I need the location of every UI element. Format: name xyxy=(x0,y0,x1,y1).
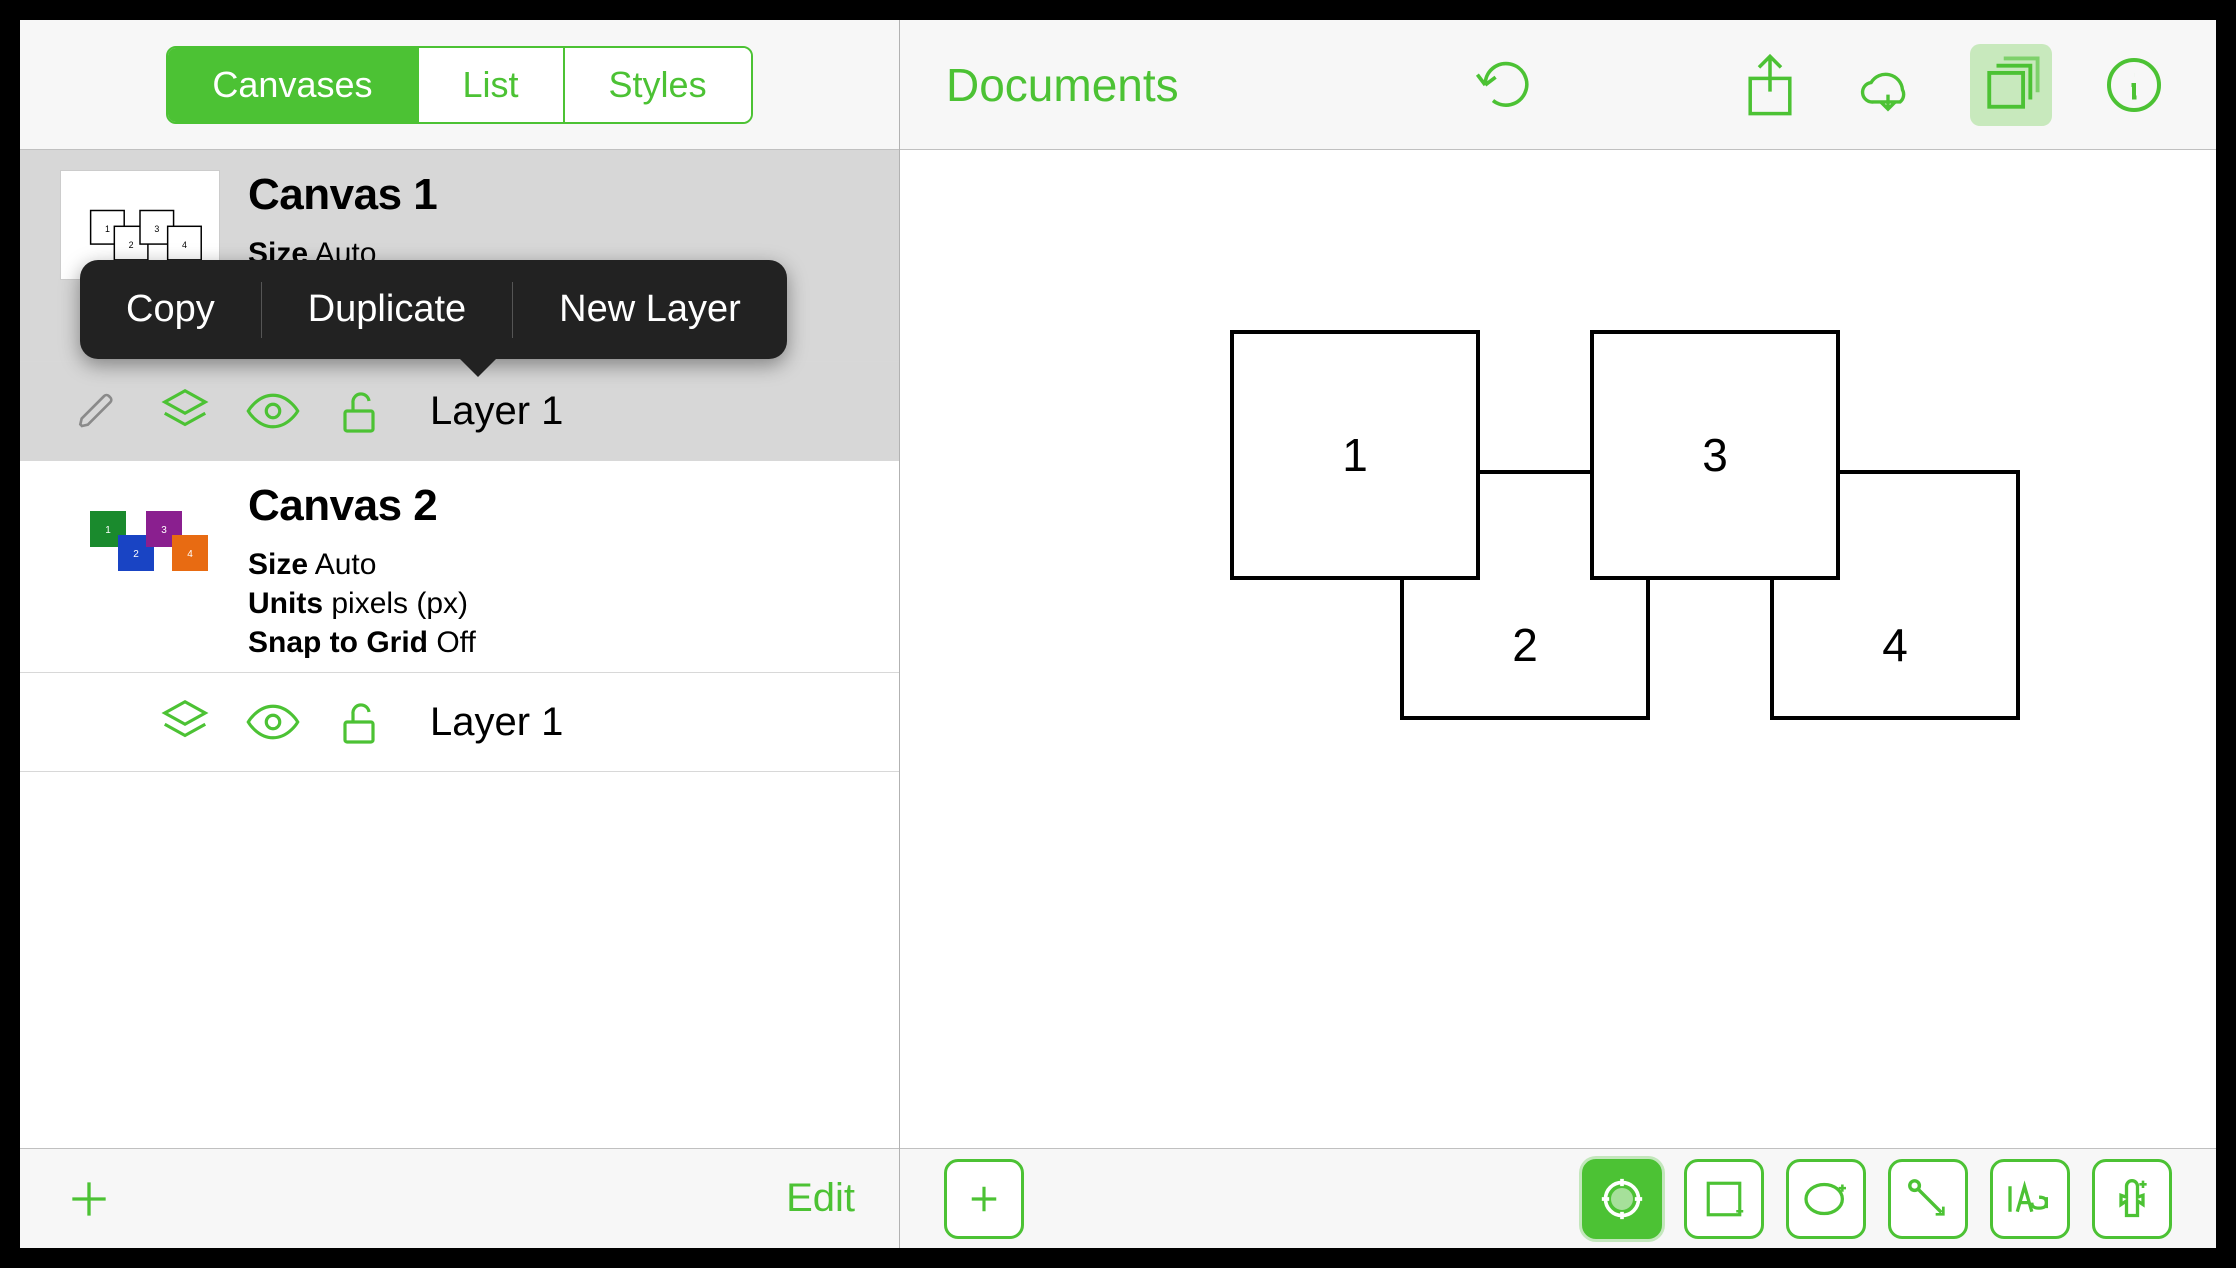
segmented-control: Canvases List Styles xyxy=(166,46,752,124)
svg-text:1: 1 xyxy=(105,525,111,536)
add-shape-button[interactable] xyxy=(944,1159,1024,1239)
tab-canvases[interactable]: Canvases xyxy=(168,48,416,122)
shape-label: 4 xyxy=(1882,618,1908,672)
sync-icon[interactable] xyxy=(1852,49,1924,121)
svg-text:2: 2 xyxy=(133,549,139,560)
text-tool[interactable] xyxy=(1990,1159,2070,1239)
shape-label: 1 xyxy=(1342,428,1368,482)
undo-icon[interactable] xyxy=(1470,49,1542,121)
layer-row[interactable]: Layer 1 xyxy=(20,672,899,772)
freehand-tool[interactable] xyxy=(2092,1159,2172,1239)
svg-text:3: 3 xyxy=(154,224,159,234)
shape-rect[interactable]: 3 xyxy=(1590,330,1840,580)
canvas-title: Canvas 1 xyxy=(248,170,873,220)
info-icon[interactable] xyxy=(2098,49,2170,121)
tab-styles[interactable]: Styles xyxy=(563,48,751,122)
context-new-layer[interactable]: New Layer xyxy=(513,260,787,359)
edit-button[interactable]: Edit xyxy=(786,1176,855,1221)
unlock-icon[interactable] xyxy=(334,695,388,749)
unlock-icon[interactable] xyxy=(334,384,388,438)
context-menu: Copy Duplicate New Layer xyxy=(80,260,787,359)
layer-name: Layer 1 xyxy=(430,700,563,745)
rectangle-tool[interactable] xyxy=(1684,1159,1764,1239)
canvas-meta: Canvas 2 Size Auto Units pixels (px) Sna… xyxy=(248,481,873,662)
bottom-toolbar xyxy=(900,1148,2216,1248)
canvas-title: Canvas 2 xyxy=(248,481,873,531)
svg-text:4: 4 xyxy=(187,549,193,560)
tab-list[interactable]: List xyxy=(417,48,563,122)
sidebar-tabs-bar: Canvases List Styles xyxy=(20,20,899,150)
canvas-area[interactable]: 1 2 3 4 xyxy=(900,150,2216,1148)
canvas-thumbnail: 1 2 3 4 xyxy=(60,481,220,591)
line-tool[interactable] xyxy=(1888,1159,1968,1239)
svg-text:4: 4 xyxy=(182,240,187,250)
layers-icon[interactable] xyxy=(158,384,212,438)
sidebar-bottom-bar: Edit xyxy=(20,1148,899,1248)
layer-name: Layer 1 xyxy=(430,389,563,434)
layers-icon[interactable] xyxy=(158,695,212,749)
stack-icon[interactable] xyxy=(1970,44,2052,126)
svg-text:1: 1 xyxy=(105,224,110,234)
top-toolbar: Documents xyxy=(900,20,2216,150)
share-icon[interactable] xyxy=(1734,49,1806,121)
context-copy[interactable]: Copy xyxy=(80,260,261,359)
svg-text:2: 2 xyxy=(129,240,134,250)
documents-button[interactable]: Documents xyxy=(946,58,1179,112)
selection-tool[interactable] xyxy=(1582,1159,1662,1239)
svg-text:3: 3 xyxy=(161,525,167,536)
ellipse-tool[interactable] xyxy=(1786,1159,1866,1239)
canvas-item[interactable]: 1 2 3 4 Canvas 2 Size Auto Units pixels … xyxy=(20,461,899,772)
shape-rect[interactable]: 1 xyxy=(1230,330,1480,580)
add-button[interactable] xyxy=(64,1174,114,1224)
context-duplicate[interactable]: Duplicate xyxy=(262,260,512,359)
main-panel: Documents 1 2 3 4 xyxy=(900,20,2216,1248)
sidebar: Canvases List Styles 1 2 xyxy=(20,20,900,1248)
shape-label: 2 xyxy=(1512,618,1538,672)
shape-label: 3 xyxy=(1702,428,1728,482)
eye-icon[interactable] xyxy=(246,695,300,749)
pencil-icon[interactable] xyxy=(70,384,124,438)
eye-icon[interactable] xyxy=(246,384,300,438)
